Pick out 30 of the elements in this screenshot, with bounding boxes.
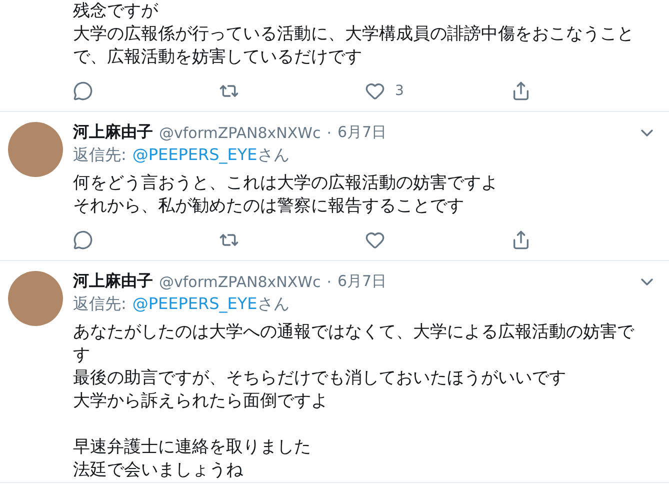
tweet-text-line: それから、私が勧めたのは警察に報告することです [73,195,465,218]
reply-label: 返信先: [73,145,126,166]
author-name[interactable]: 河上麻由子 [73,122,153,143]
like-icon[interactable] [365,81,385,101]
tweet-date[interactable]: 6月7日 [337,123,387,142]
reply-icon[interactable] [73,81,93,101]
separator: · [326,272,332,290]
tweet-text-line: あなたがしたのは大学への通報ではなくて、大学による広報活動の妨害です [73,321,636,367]
reply-suffix: さん [257,145,290,166]
tweet-date[interactable]: 6月7日 [337,272,387,291]
tweet-text-line: 大学から訴えられたら面倒ですよ [73,390,329,413]
like-count: 3 [395,83,404,99]
author-handle: @vformZPAN8xNXWc [159,124,321,142]
tweet-text-line: 法廷で会いましょうね [73,459,244,482]
tweet-text-line: 大学の広報係が行っている活動に、大学構成員の誹謗中傷をおこなうことで、広報活動を妨害しているだけです [73,23,635,69]
tweet-text-line: 何をどう言おうと、これは大学の広報活動の妨害ですよ [73,172,499,195]
reply-to-link[interactable]: @PEEPERS_EYE [132,145,258,166]
tweet-text-line: 早速弁護士に連絡を取りました [73,436,312,459]
author-name[interactable]: 河上麻由子 [73,271,153,292]
separator: · [326,124,332,142]
reply-label: 返信先: [73,294,126,315]
reply-icon[interactable] [73,230,93,250]
share-icon[interactable] [511,230,531,250]
reply-suffix: さん [257,294,290,315]
reply-to-link[interactable]: @PEEPERS_EYE [132,294,258,315]
like-icon[interactable] [365,230,385,250]
tweet-text-line: 残念ですが [73,0,159,23]
tweet-text-line: 最後の助言ですが、そちらだけでも消しておいたほうがいいです [73,367,567,390]
author-handle: @vformZPAN8xNXWc [159,272,321,290]
share-icon[interactable] [511,81,531,101]
